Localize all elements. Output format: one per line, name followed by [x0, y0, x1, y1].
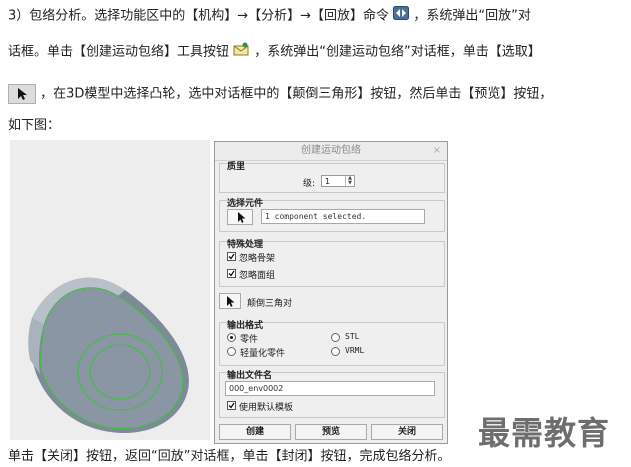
close-button[interactable]: 关闭 [371, 424, 443, 440]
level-value: 1 [325, 177, 331, 186]
instruction-line-1: 3）包络分析。选择功能区中的【机构】→【分析】→【回放】命令 ，系统弹出“回放”… [8, 6, 531, 26]
output-name-input[interactable]: 000_env0002 [225, 381, 435, 396]
use-default-template-label: 使用默认模板 [239, 403, 294, 413]
ignore-faces-label: 忽略面组 [239, 271, 276, 281]
cam-3d-model-view[interactable] [10, 140, 210, 440]
checkmark-icon [228, 270, 235, 277]
create-motion-envelope-dialog: 创建运动包络 × 质里 级: 1 ▲ ▼ 选择元件 1 component sel… [214, 141, 448, 444]
format-part-label: 零件 [240, 335, 259, 345]
select-arrow-icon [238, 212, 246, 223]
use-default-template-checkbox[interactable] [227, 401, 236, 410]
create-button[interactable]: 创建 [219, 424, 291, 440]
instruction-footer: 单击【关闭】按钮，返回“回放”对话框，单击【封闭】按钮，完成包络分析。 [8, 449, 451, 464]
output-format-heading: 输出格式 [227, 321, 264, 331]
format-stl-label: STL [345, 332, 360, 341]
quality-heading: 质里 [227, 162, 246, 172]
format-vrml-radio[interactable] [331, 347, 340, 356]
format-stl-radio[interactable] [331, 333, 340, 342]
format-part-radio[interactable] [227, 333, 236, 342]
select-component-button[interactable] [227, 209, 253, 225]
playback-icon [393, 6, 410, 26]
component-status-field: 1 component selected. [261, 209, 425, 224]
instruction-line-4: 如下图： [8, 118, 61, 133]
ignore-skeleton-checkbox[interactable] [227, 252, 236, 261]
dialog-close-icon[interactable]: × [433, 142, 441, 160]
instruction-line-3: ，在3D模型中选择凸轮，选中对话框中的【颠倒三角形】按钮，然后单击【预览】按钮， [8, 84, 552, 104]
select-arrow-icon [8, 84, 36, 104]
output-name-heading: 输出文件名 [227, 371, 273, 381]
ignore-skeleton-label: 忽略骨架 [239, 254, 276, 264]
flip-triangle-label: 颠倒三角对 [247, 299, 293, 309]
select-component-heading: 选择元件 [227, 199, 264, 209]
format-vrml-label: VRML [345, 346, 365, 355]
format-lightweight-radio[interactable] [227, 347, 236, 356]
level-label: 级: [303, 179, 316, 189]
instruction-line-2: 话框。单击【创建运动包络】工具按钮 ，系统弹出“创建运动包络”对话框，单击【选取… [8, 42, 541, 62]
ignore-faces-checkbox[interactable] [227, 269, 236, 278]
spinner-arrows-icon[interactable]: ▲ ▼ [345, 176, 354, 186]
level-spinner[interactable]: 1 ▲ ▼ [321, 175, 355, 187]
motion-envelope-icon [233, 42, 250, 62]
watermark-logo: 最需教育 [478, 414, 611, 452]
checkmark-icon [228, 402, 235, 409]
checkmark-icon [228, 253, 235, 260]
preview-button[interactable]: 预览 [295, 424, 367, 440]
select-arrow-icon [227, 296, 235, 307]
dialog-title: 创建运动包络 [215, 142, 447, 161]
format-lightweight-label: 轻量化零件 [240, 349, 286, 359]
flip-triangle-button[interactable] [219, 293, 241, 309]
special-handling-heading: 特殊处理 [227, 240, 264, 250]
